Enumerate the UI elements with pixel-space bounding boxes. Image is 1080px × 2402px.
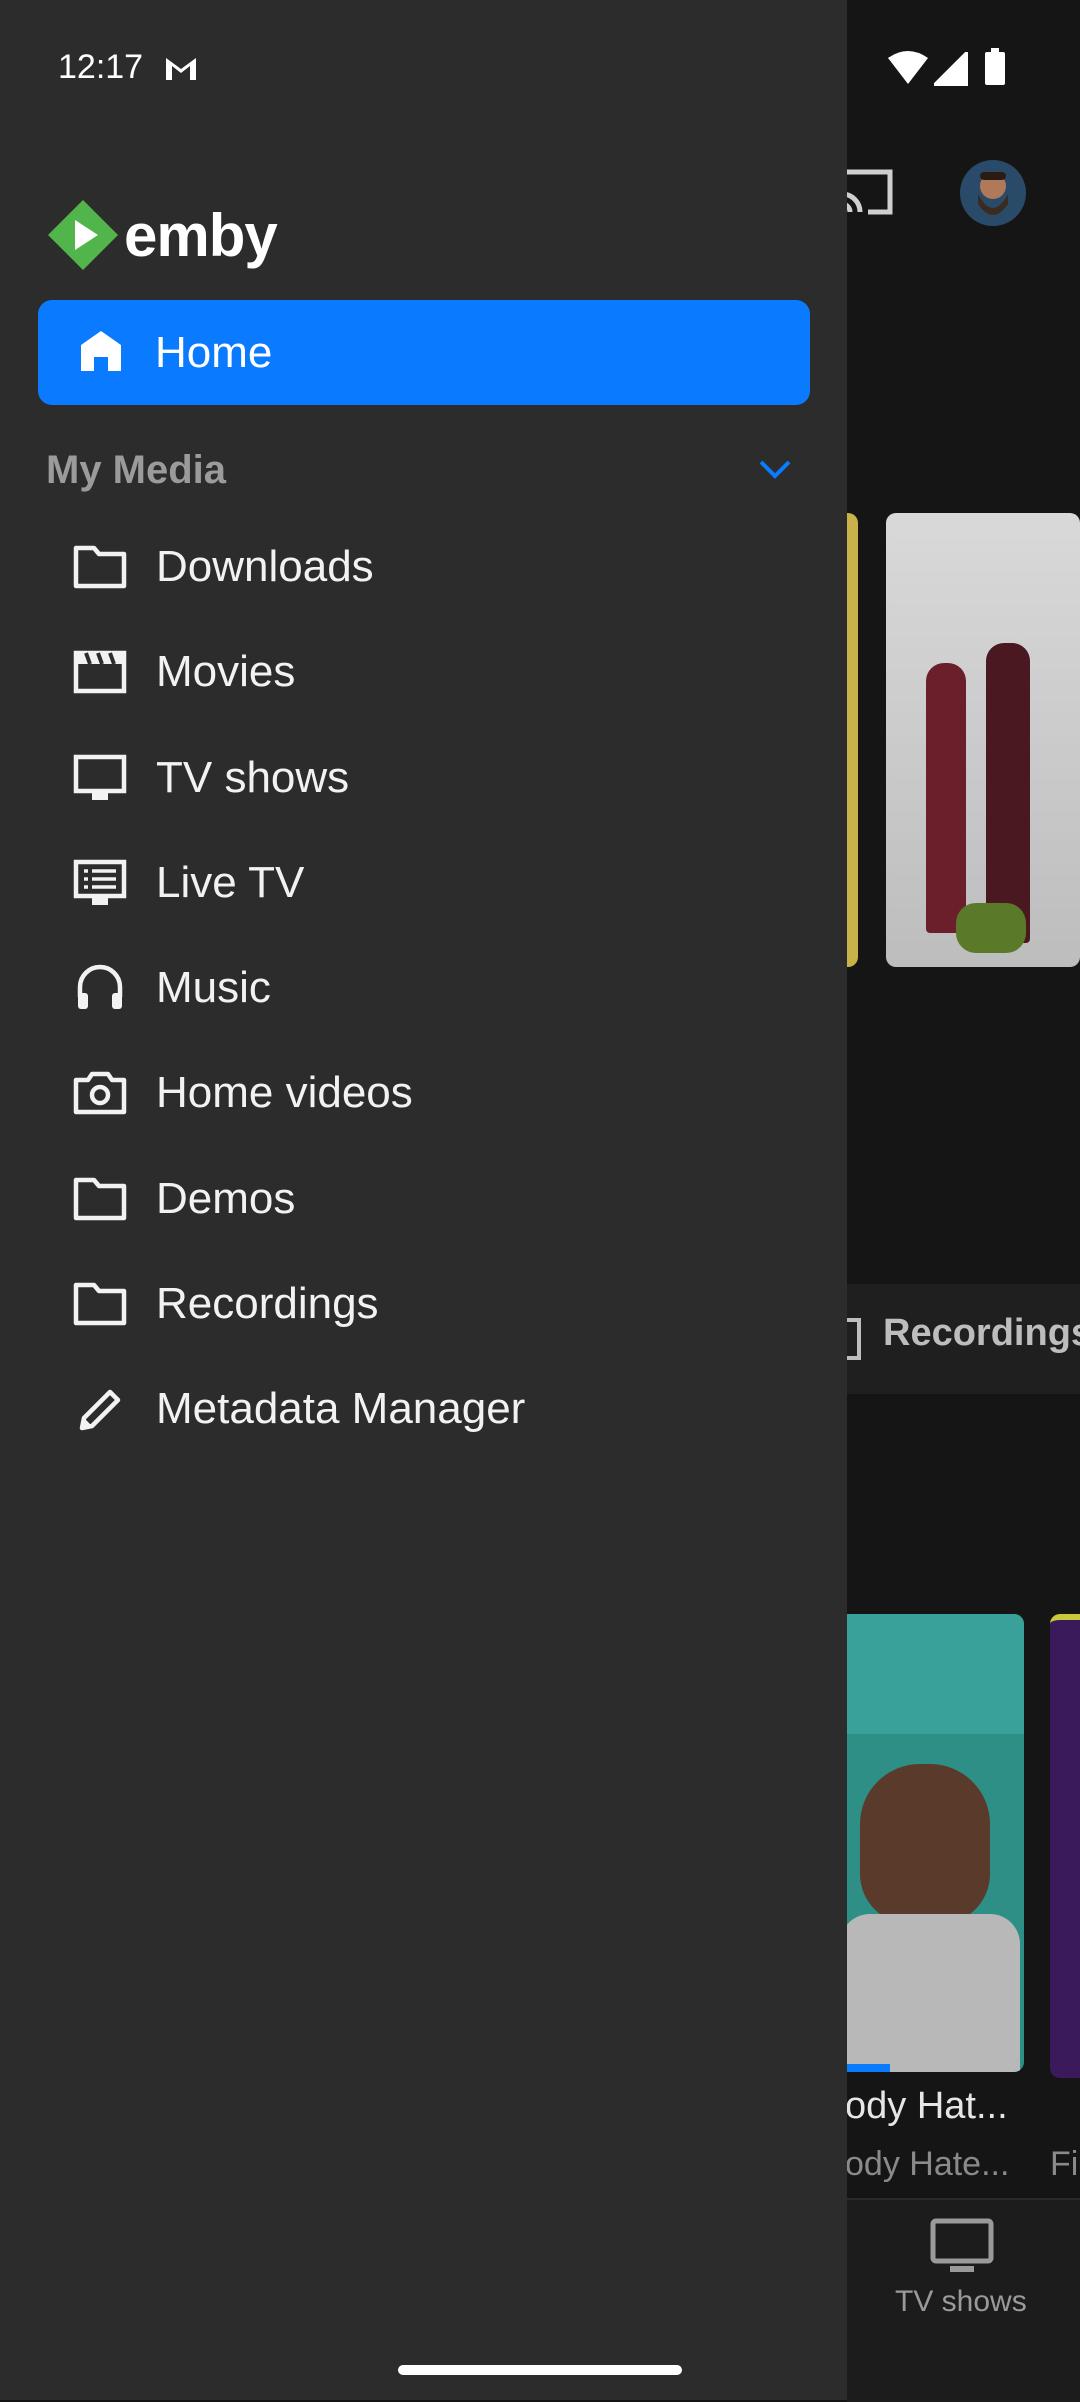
battery-icon xyxy=(985,48,1005,85)
poster-everybody-hates-chris[interactable] xyxy=(830,1614,1024,2072)
nav-item-label: Movies xyxy=(156,647,296,696)
clapperboard-icon xyxy=(73,650,127,694)
nav-item-label: Recordings xyxy=(156,1279,379,1328)
home-icon xyxy=(81,331,121,371)
emby-logo-icon xyxy=(48,200,118,270)
nav-item-label: Metadata Manager xyxy=(156,1384,526,1433)
nav-item-recordings[interactable]: Recordings xyxy=(0,1259,847,1349)
my-media-section-header[interactable]: My Media xyxy=(46,448,806,498)
headphones-icon xyxy=(77,964,123,1009)
item-title: ody Hat... xyxy=(845,2085,1008,2127)
nav-home-label: Home xyxy=(155,328,273,377)
nav-item-label: TV shows xyxy=(156,753,350,802)
nav-item-label: Demos xyxy=(156,1174,296,1223)
nav-item-label: Home videos xyxy=(156,1068,413,1117)
chevron-down-icon[interactable] xyxy=(758,458,792,480)
folder-icon xyxy=(847,1318,861,1360)
folder-icon xyxy=(73,545,127,589)
wifi-icon xyxy=(888,51,928,84)
item-subtitle-2: Fi xyxy=(1050,2145,1079,2183)
poster-group[interactable] xyxy=(886,513,1080,967)
nav-item-downloads[interactable]: Downloads xyxy=(0,522,847,612)
navigation-drawer: 12:17 emby Home My Media Downloads Movie… xyxy=(0,0,847,2400)
nav-item-live-tv[interactable]: Live TV xyxy=(0,838,847,928)
camera-icon xyxy=(73,1071,127,1115)
tv-icon[interactable] xyxy=(930,2218,994,2276)
nav-item-demos[interactable]: Demos xyxy=(0,1154,847,1244)
emby-logo-text: emby xyxy=(124,201,278,269)
tv-icon xyxy=(73,754,127,800)
poster-partial[interactable] xyxy=(1050,1614,1080,2078)
live-tv-guide-icon xyxy=(73,859,127,905)
gesture-navigation-bar[interactable] xyxy=(398,2365,682,2375)
status-time: 12:17 xyxy=(58,48,144,86)
my-media-label: My Media xyxy=(46,448,227,492)
gmail-icon xyxy=(166,58,196,80)
folder-icon xyxy=(73,1282,127,1326)
nav-item-metadata-manager[interactable]: Metadata Manager xyxy=(0,1364,847,1454)
nav-item-tv-shows[interactable]: TV shows xyxy=(0,733,847,823)
recordings-chip-label: Recordings xyxy=(883,1312,1080,1354)
pencil-icon xyxy=(79,1389,121,1431)
nav-item-label: Music xyxy=(156,963,271,1012)
signal-icon xyxy=(934,52,968,86)
nav-item-movies[interactable]: Movies xyxy=(0,627,847,717)
nav-item-home-videos[interactable]: Home videos xyxy=(0,1048,847,1138)
nav-item-label: Live TV xyxy=(156,858,305,907)
bottom-nav-tv-shows-label[interactable]: TV shows xyxy=(895,2285,1027,2319)
item-subtitle: ody Hate... xyxy=(845,2145,1010,2183)
folder-icon xyxy=(73,1177,127,1221)
avatar[interactable] xyxy=(960,160,1026,226)
emby-logo: emby xyxy=(46,198,278,272)
nav-home-button[interactable]: Home xyxy=(38,300,810,405)
nav-item-label: Downloads xyxy=(156,542,374,591)
nav-item-music[interactable]: Music xyxy=(0,943,847,1033)
